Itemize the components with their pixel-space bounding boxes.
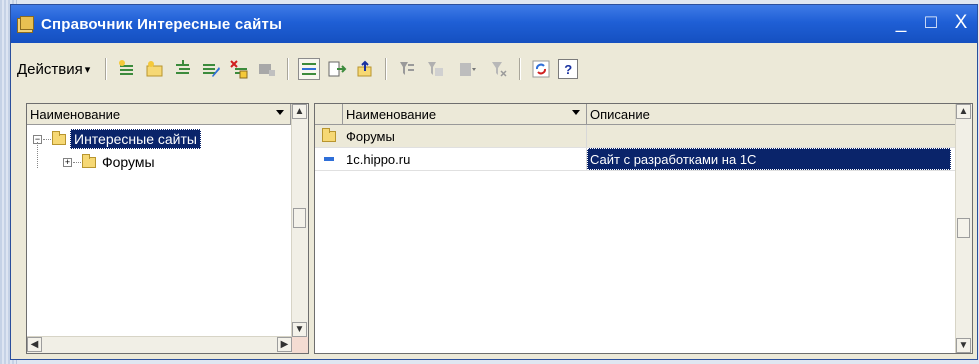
actions-menu[interactable]: Действия ▾: [17, 61, 90, 78]
title-bar[interactable]: Справочник Интересные сайты _ □ X: [11, 5, 977, 43]
grayed-list-icon: [259, 64, 276, 76]
tree-horizontal-scrollbar[interactable]: ◀ ▶: [27, 336, 292, 353]
tree-item-forums[interactable]: + Форумы: [63, 151, 155, 173]
tree-connector: [73, 161, 81, 163]
level-up-button[interactable]: [354, 58, 376, 80]
row-description-cell[interactable]: Сайт с разработками на 1С: [587, 148, 951, 170]
grid-icon-column-header: [315, 104, 343, 124]
grid-column-description-label: Описание: [590, 106, 650, 122]
scroll-down-arrow-icon[interactable]: ▼: [956, 338, 971, 353]
grid-column-name-label: Наименование: [346, 106, 437, 122]
scroll-corner: [292, 337, 308, 353]
hierarchy-icon: [302, 63, 317, 75]
scroll-thumb[interactable]: [293, 208, 306, 228]
edit-icon: [203, 64, 221, 77]
toolbar-separator: [385, 58, 388, 80]
help-button[interactable]: ?: [558, 59, 579, 79]
refresh-button[interactable]: [530, 58, 552, 80]
scroll-up-arrow-icon[interactable]: ▲: [292, 104, 307, 119]
filter-by-value-button[interactable]: [424, 58, 446, 80]
row-name-cell[interactable]: 1c.hippo.ru: [343, 148, 587, 170]
chevron-down-icon: ▾: [84, 63, 91, 76]
add-item-icon: [119, 60, 134, 75]
clear-filter-icon: [492, 62, 507, 77]
window-title: Справочник Интересные сайты: [41, 15, 283, 33]
chevron-down-icon: [276, 110, 284, 115]
chevron-down-icon: [572, 110, 580, 115]
table-row[interactable]: 1c.hippo.ru Сайт с разработками на 1С: [315, 148, 955, 171]
filter-icon: [400, 62, 415, 75]
list-pane[interactable]: Наименование Описание Форумы 1c.hippo.ru…: [314, 103, 973, 354]
copy-button[interactable]: [172, 58, 194, 80]
delete-icon: [230, 60, 248, 79]
edit-button[interactable]: [200, 58, 222, 80]
grid-header: Наименование Описание: [315, 104, 955, 125]
scroll-down-arrow-icon[interactable]: ▼: [292, 322, 307, 337]
filter-button[interactable]: [396, 58, 418, 80]
tree-vertical-scrollbar[interactable]: ▲ ▼: [291, 104, 308, 337]
add-folder-icon: [146, 61, 163, 77]
tree-item-label: Форумы: [102, 154, 155, 170]
delete-mark-button[interactable]: [228, 58, 250, 80]
tree-column-header[interactable]: Наименование: [27, 104, 291, 124]
grid-vertical-scrollbar[interactable]: ▲ ▼: [955, 104, 972, 353]
tree-header: Наименование: [27, 104, 291, 125]
tree-item-label: Интересные сайты: [70, 129, 201, 149]
grid-column-description[interactable]: Описание: [587, 104, 955, 124]
add-group-button[interactable]: [144, 58, 166, 80]
add-item-button[interactable]: [116, 58, 138, 80]
toolbar-separator: [519, 58, 522, 80]
tree-item-root[interactable]: − Интересные сайты: [33, 128, 201, 150]
reference-window: Справочник Интересные сайты _ □ X Действ…: [10, 4, 978, 360]
row-name-cell[interactable]: Форумы: [343, 125, 587, 147]
post-button[interactable]: [256, 58, 278, 80]
clear-filter-button[interactable]: [488, 58, 510, 80]
tree-column-label: Наименование: [30, 106, 121, 122]
actions-label: Действия: [17, 60, 83, 78]
folder-icon: [52, 130, 66, 145]
grid-column-name[interactable]: Наименование: [343, 104, 587, 124]
maximize-button[interactable]: □: [919, 13, 943, 33]
toolbar: Действия ▾ ?: [11, 49, 977, 89]
item-icon: [324, 157, 334, 161]
scroll-up-arrow-icon[interactable]: ▲: [956, 104, 971, 119]
hierarchy-toggle-button[interactable]: [298, 58, 321, 80]
scroll-right-arrow-icon[interactable]: ▶: [277, 337, 292, 352]
tree-pane[interactable]: Наименование − Интересные сайты + Форумы…: [26, 103, 309, 354]
tree-connector: [43, 138, 51, 140]
close-button[interactable]: X: [949, 13, 973, 33]
table-row[interactable]: Форумы: [315, 125, 955, 148]
move-to-group-button[interactable]: [326, 58, 348, 80]
move-icon: [328, 61, 347, 77]
filter-value-icon: [428, 62, 444, 76]
expand-icon[interactable]: +: [63, 157, 72, 167]
folder-icon: [82, 153, 96, 168]
refresh-icon: [532, 60, 550, 78]
toolbar-separator: [105, 58, 108, 80]
row-description-cell[interactable]: [587, 125, 951, 147]
scroll-thumb[interactable]: [957, 218, 970, 238]
toolbar-separator: [287, 58, 290, 80]
minimize-button[interactable]: _: [889, 13, 913, 33]
filter-history-button[interactable]: [452, 58, 482, 80]
catalog-icon: [17, 16, 35, 33]
filter-history-icon: [460, 63, 477, 76]
level-up-icon: [357, 60, 372, 77]
scroll-left-arrow-icon[interactable]: ◀: [27, 337, 42, 352]
copy-icon: [176, 60, 191, 74]
tree-connector: [37, 142, 38, 168]
folder-icon: [322, 127, 336, 142]
